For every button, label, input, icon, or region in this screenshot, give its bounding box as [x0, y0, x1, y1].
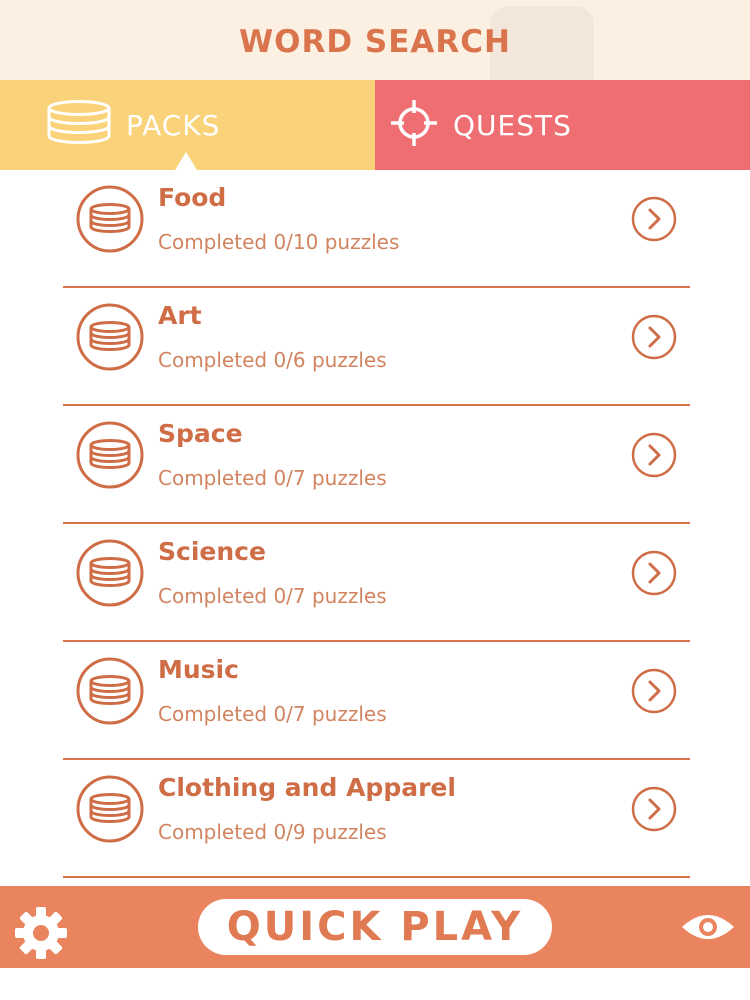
pack-row-science[interactable]: Science Completed 0/7 puzzles: [63, 524, 690, 642]
chevron-right-icon[interactable]: [631, 668, 677, 718]
pack-row-music[interactable]: Music Completed 0/7 puzzles: [63, 642, 690, 760]
pack-list: Food Completed 0/10 puzzles Art Complete…: [63, 170, 690, 878]
pack-progress: Completed 0/7 puzzles: [158, 466, 387, 490]
chevron-right-icon[interactable]: [631, 196, 677, 246]
pack-name: Clothing and Apparel: [158, 773, 456, 802]
pack-row-food[interactable]: Food Completed 0/10 puzzles: [63, 170, 690, 288]
tab-packs-label: PACKS: [126, 108, 221, 142]
chevron-right-icon[interactable]: [631, 432, 677, 482]
pack-name: Music: [158, 655, 239, 684]
tab-quests-label: QUESTS: [453, 108, 572, 142]
pack-name: Food: [158, 183, 227, 212]
quick-play-button[interactable]: QUICK PLAY: [198, 899, 552, 955]
chevron-right-icon[interactable]: [631, 314, 677, 364]
pack-row-art[interactable]: Art Completed 0/6 puzzles: [63, 288, 690, 406]
coin-stack-icon: [75, 774, 145, 848]
pack-progress: Completed 0/10 puzzles: [158, 230, 400, 254]
coin-stack-icon: [75, 538, 145, 612]
pack-progress: Completed 0/9 puzzles: [158, 820, 387, 844]
coin-stack-icon: [75, 184, 145, 258]
pack-name: Art: [158, 301, 202, 330]
footer-bar: QUICK PLAY: [0, 886, 750, 968]
chevron-right-icon[interactable]: [631, 786, 677, 836]
tab-quests[interactable]: QUESTS: [375, 80, 750, 170]
chevron-right-icon[interactable]: [631, 550, 677, 600]
pack-progress: Completed 0/6 puzzles: [158, 348, 387, 372]
pack-name: Science: [158, 537, 266, 566]
pack-name: Space: [158, 419, 243, 448]
pack-row-clothing-and-apparel[interactable]: Clothing and Apparel Completed 0/9 puzzl…: [63, 760, 690, 878]
coin-stack-icon: [75, 420, 145, 494]
gear-icon[interactable]: [13, 905, 69, 965]
crosshair-icon: [389, 98, 439, 152]
coin-stack-icon: [75, 302, 145, 376]
tab-bar: PACKS QUESTS: [0, 80, 750, 170]
pack-progress: Completed 0/7 puzzles: [158, 702, 387, 726]
selected-tab-pointer: [175, 152, 197, 170]
pack-progress: Completed 0/7 puzzles: [158, 584, 387, 608]
app-title: WORD SEARCH: [238, 24, 511, 60]
coin-stack-icon: [46, 99, 112, 151]
coin-stack-icon: [75, 656, 145, 730]
eye-icon[interactable]: [680, 910, 736, 948]
app-header: WORD SEARCH: [0, 0, 750, 80]
pack-row-space[interactable]: Space Completed 0/7 puzzles: [63, 406, 690, 524]
